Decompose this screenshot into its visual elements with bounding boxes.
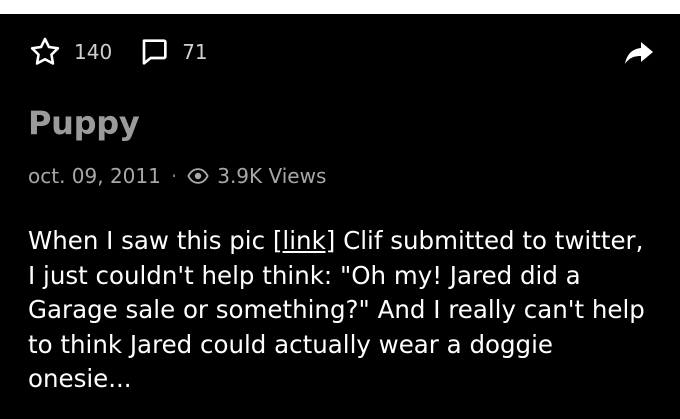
post-card: 140 71 Puppy oct. 09, 2011 · 3.9K Views … (0, 14, 680, 419)
top-strip (0, 0, 680, 14)
share-icon (625, 42, 653, 64)
meta-separator: · (170, 164, 178, 188)
view-count: 3.9K Views (217, 164, 327, 188)
post-title: Puppy (28, 104, 140, 142)
post-date: oct. 09, 2011 (28, 164, 161, 188)
eye-icon (187, 168, 209, 184)
star-icon (30, 37, 60, 65)
comment-icon (142, 39, 167, 65)
star-count: 140 (74, 40, 113, 64)
share-button[interactable] (624, 40, 654, 66)
post-body: When I saw this pic [link] Clif submitte… (28, 224, 658, 397)
star-button[interactable]: 140 (28, 35, 112, 69)
post-link[interactable]: [link] (273, 226, 335, 255)
comment-count: 71 (182, 40, 208, 64)
post-meta: oct. 09, 2011 · 3.9K Views (28, 164, 326, 188)
post-actions: 140 71 (28, 36, 208, 68)
body-text-start: When I saw this pic (28, 226, 273, 255)
comment-button[interactable]: 71 (138, 36, 208, 68)
